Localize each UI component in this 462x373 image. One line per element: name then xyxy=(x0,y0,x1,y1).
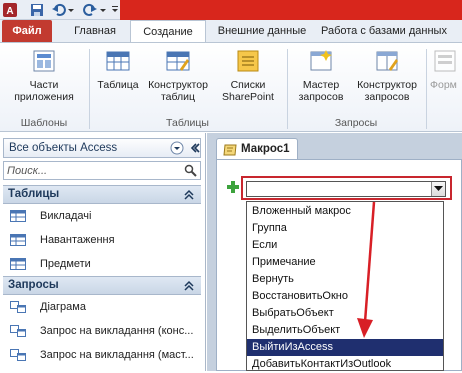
table-designer-label-2: таблиц xyxy=(160,91,196,103)
search-input[interactable]: Поиск... xyxy=(7,165,47,177)
chevron-down-circle-icon[interactable] xyxy=(170,141,184,155)
query-wizard-label-2: запросов xyxy=(298,91,344,103)
nav-section-label: Запросы xyxy=(8,279,59,291)
query-designer-label-2: запросов xyxy=(364,91,410,103)
form-button[interactable]: Форм xyxy=(430,49,462,91)
query-icon xyxy=(10,349,26,361)
document-tab-macro[interactable]: Макрос1 xyxy=(216,138,298,160)
nav-item-label: Діаграма xyxy=(40,301,86,313)
undo-icon[interactable] xyxy=(52,3,66,17)
table-designer-icon xyxy=(166,51,190,71)
dropdown-option[interactable]: Группа xyxy=(247,220,443,237)
chevron-up-icon[interactable] xyxy=(183,280,195,292)
tab-home[interactable]: Главная xyxy=(62,20,128,42)
form-icon xyxy=(434,50,456,72)
redo-dropdown-icon[interactable] xyxy=(99,3,107,17)
sharepoint-lists-label-1: Списки xyxy=(230,79,266,91)
nav-item-label: Викладачі xyxy=(40,210,92,222)
navigation-pane-header[interactable]: Все объекты Access xyxy=(3,138,201,158)
navigation-pane-title: Все объекты Access xyxy=(9,142,118,154)
nav-section-tables[interactable]: Таблицы xyxy=(3,185,201,204)
nav-item-label: Предмети xyxy=(40,258,91,270)
table-designer-button[interactable]: Конструктор таблиц xyxy=(143,49,213,103)
nav-section-label: Таблицы xyxy=(8,188,60,200)
add-action-plus-icon[interactable] xyxy=(227,181,239,193)
form-label: Форм xyxy=(430,79,457,91)
table-icon xyxy=(106,51,130,71)
group-label-tables: Таблицы xyxy=(166,117,209,129)
dropdown-option[interactable]: Вернуть xyxy=(247,271,443,288)
ribbon: Части приложения Шаблоны Таблица Констру… xyxy=(0,42,462,132)
dropdown-option[interactable]: ВыделитьОбъект xyxy=(247,322,443,339)
save-icon[interactable] xyxy=(30,3,44,17)
svg-text:A: A xyxy=(6,6,13,17)
query-icon xyxy=(10,325,26,337)
macro-scroll-icon xyxy=(223,144,237,156)
search-icon[interactable] xyxy=(184,164,197,177)
title-accent-band xyxy=(120,0,462,20)
action-dropdown-list: Вложенный макрос Группа Если Примечание … xyxy=(246,201,444,371)
dropdown-option-selected[interactable]: ВыйтиИзAccess xyxy=(247,339,443,356)
chevron-up-icon[interactable] xyxy=(183,189,195,201)
nav-section-queries[interactable]: Запросы xyxy=(3,276,201,295)
dropdown-option[interactable]: ВыбратьОбъект xyxy=(247,305,443,322)
table-label: Таблица xyxy=(97,79,139,91)
query-icon xyxy=(10,301,26,313)
query-designer-icon xyxy=(376,51,398,71)
application-parts-icon xyxy=(33,50,55,72)
query-designer-label-1: Конструктор xyxy=(357,79,417,91)
tab-create[interactable]: Создание xyxy=(130,20,206,42)
table-button[interactable]: Таблица xyxy=(93,49,143,91)
ribbon-tab-row: Файл Главная Создание Внешние данные Раб… xyxy=(0,20,462,42)
sharepoint-lists-icon xyxy=(237,50,259,72)
application-parts-button[interactable]: Части приложения xyxy=(2,49,86,103)
customize-qat-icon[interactable] xyxy=(111,3,119,17)
dropdown-option[interactable]: ДобавитьКонтактИзOutlook xyxy=(247,356,443,373)
collapse-pane-icon[interactable] xyxy=(188,141,200,155)
nav-item-label: Запрос на викладання (маст... xyxy=(40,349,194,361)
query-designer-button[interactable]: Конструктор запросов xyxy=(352,49,422,103)
add-new-action-combobox[interactable] xyxy=(246,181,446,197)
chevron-down-icon xyxy=(434,186,443,191)
table-icon xyxy=(10,210,26,222)
tab-external-data[interactable]: Внешние данные xyxy=(210,20,314,42)
query-wizard-icon xyxy=(310,50,332,71)
group-label-queries: Запросы xyxy=(334,117,378,129)
table-icon xyxy=(10,258,26,270)
query-wizard-button[interactable]: Мастер запросов xyxy=(290,49,352,103)
application-parts-label-1: Части xyxy=(29,79,59,91)
combobox-dropdown-button[interactable] xyxy=(431,182,445,196)
tab-file[interactable]: Файл xyxy=(2,20,52,42)
table-icon xyxy=(10,234,26,246)
group-label-templates: Шаблоны xyxy=(20,117,68,129)
access-app-icon[interactable]: A xyxy=(3,3,17,17)
annotation-arrow xyxy=(357,201,376,338)
table-designer-label-1: Конструктор xyxy=(148,79,208,91)
application-parts-label-2: приложения xyxy=(14,91,74,103)
sharepoint-lists-label-2: SharePoint xyxy=(222,91,274,103)
nav-item-label: Запрос на викладання (конс... xyxy=(40,325,194,337)
query-wizard-label-1: Мастер xyxy=(302,79,340,91)
dropdown-option[interactable]: Примечание xyxy=(247,254,443,271)
redo-icon[interactable] xyxy=(83,3,97,17)
document-tab-label: Макрос1 xyxy=(241,143,290,155)
dropdown-option[interactable]: Если xyxy=(247,237,443,254)
nav-item-label: Навантаження xyxy=(40,234,115,246)
undo-dropdown-icon[interactable] xyxy=(67,3,75,17)
group-separator xyxy=(426,49,427,129)
sharepoint-lists-button[interactable]: Списки SharePoint xyxy=(213,49,283,103)
dropdown-option[interactable]: Вложенный макрос xyxy=(247,203,443,220)
tab-database-tools[interactable]: Работа с базами данных xyxy=(315,20,462,42)
navigation-search[interactable]: Поиск... xyxy=(3,161,201,180)
dropdown-option[interactable]: ВосстановитьОкно xyxy=(247,288,443,305)
